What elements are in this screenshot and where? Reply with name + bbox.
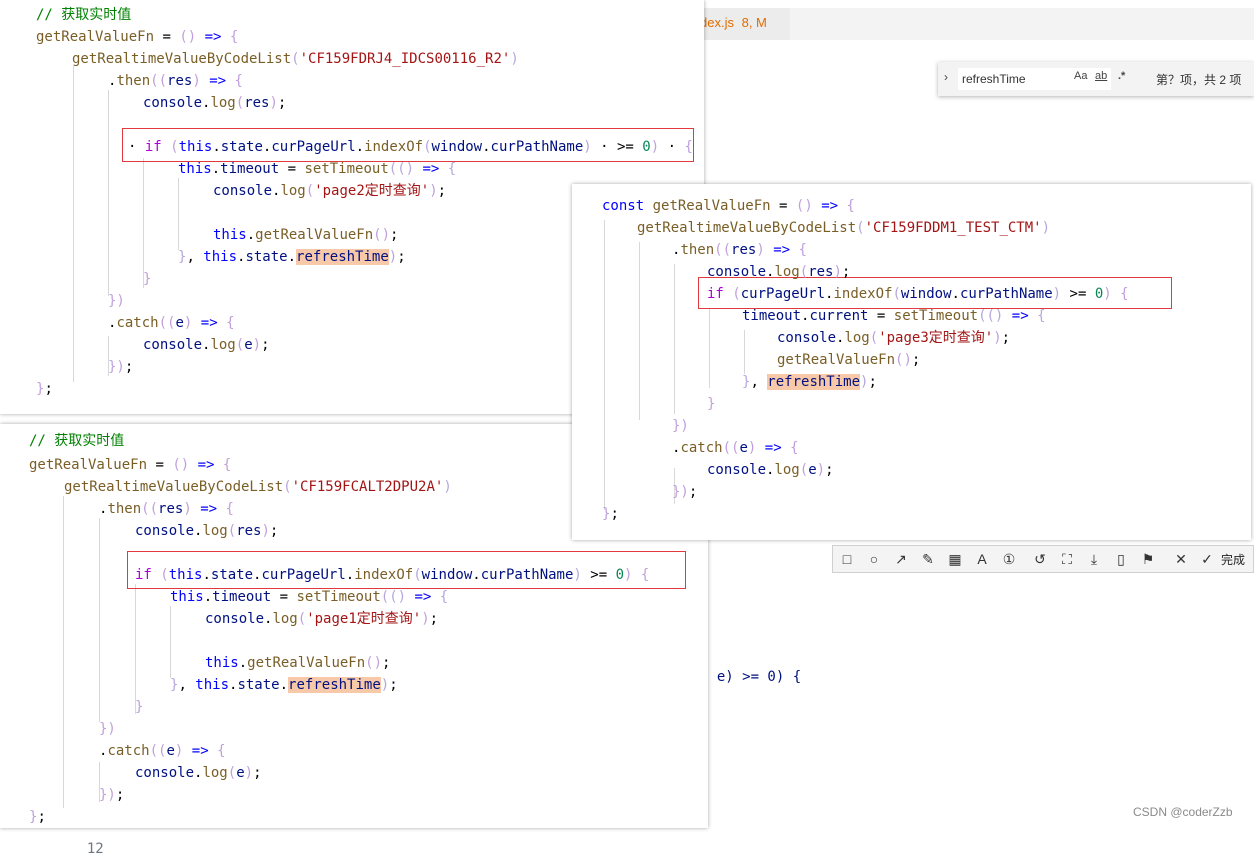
background-code-text: e) >= 0) { (716, 669, 802, 685)
code-string: 'CF159FDRJ4_IDCS00116_R2' (299, 51, 511, 67)
find-input[interactable] (958, 68, 1111, 90)
background-line-number: 12 (86, 841, 104, 857)
code-line: console.log(res); (143, 95, 287, 111)
code-line: }) (108, 293, 125, 309)
code-line: this.timeout = setTimeout(() => { (178, 161, 457, 177)
ellipse-icon[interactable]: ○ (864, 549, 884, 569)
code-line: }, this.state.refreshTime); (170, 677, 398, 693)
code-line: console.log(e); (143, 337, 270, 353)
code-line: .catch((e) => { (108, 315, 235, 331)
code-line: } (707, 396, 716, 412)
code-line: } (135, 699, 144, 715)
watermark: CSDN @coderZzb (1133, 805, 1233, 819)
code-line: }; (602, 506, 619, 522)
tab-git-status: 8, M (741, 15, 767, 30)
code-comment: // 获取实时值 (29, 433, 125, 449)
code-line: · if (this.state.curPageUrl.indexOf(wind… (128, 139, 693, 155)
find-widget: › Aa ab .* 第？项，共 2 项 (938, 62, 1254, 96)
code-line: const getRealValueFn = () => { (602, 198, 855, 214)
log-string: 'page3定时查询' (878, 330, 994, 346)
code-line: }, refreshTime); (742, 374, 877, 390)
code-line: } (143, 271, 152, 287)
code-line: .then((res) => { (99, 501, 234, 517)
regex-toggle[interactable]: .* (1118, 70, 1125, 82)
call-name: getRealtimeValueByCodeList (64, 479, 284, 495)
code-line: .then((res) => { (672, 242, 807, 258)
done-button[interactable]: 完成 (1221, 551, 1245, 568)
code-line: getRealValueFn(); (777, 352, 921, 368)
code-line: getRealtimeValueByCodeList('CF159FDDM1_T… (637, 220, 1051, 236)
code-screenshot-page3: const getRealValueFn = () => { getRealti… (572, 184, 1251, 540)
code-line: .catch((e) => { (99, 743, 226, 759)
arrow-icon[interactable]: ↗ (891, 549, 911, 569)
code-line: getRealtimeValueByCodeList('CF159FDRJ4_I… (72, 51, 519, 67)
code-line: .catch((e) => { (672, 440, 799, 456)
code-line: getRealtimeValueByCodeList('CF159FCALT2D… (64, 479, 452, 495)
search-match: refreshTime (767, 374, 861, 390)
mosaic-icon[interactable]: ▦ (945, 549, 965, 569)
code-line: getRealValueFn = () => { (29, 457, 232, 473)
snip-toolbar: □ ○ ↗ ✎ ▦ A ① ↺ ⛶ ⤓ ▯ ⚑ ✕ ✓ 完成 (832, 545, 1254, 573)
call-name: getRealtimeValueByCodeList (637, 220, 857, 236)
log-string: 'page2定时查询' (314, 183, 430, 199)
code-line: console.log(res); (707, 264, 851, 280)
editor-tab-bar: dex.js 8, M (700, 8, 1254, 40)
code-line: }; (29, 809, 46, 825)
editor-tab-index-js[interactable]: dex.js 8, M (700, 8, 790, 40)
pen-icon[interactable]: ✎ (918, 549, 938, 569)
download-icon[interactable]: ⤓ (1084, 549, 1104, 569)
text-icon[interactable]: A (972, 549, 992, 569)
code-line: }; (36, 381, 53, 397)
code-line: }) (672, 418, 689, 434)
code-comment: // 获取实时值 (36, 7, 132, 23)
number-icon[interactable]: ① (999, 549, 1019, 569)
code-line: getRealValueFn = () => { (36, 29, 239, 45)
rectangle-icon[interactable]: □ (837, 549, 857, 569)
code-line: console.log('page1定时查询'); (205, 611, 439, 627)
code-line: }); (672, 484, 698, 500)
undo-icon[interactable]: ↺ (1030, 549, 1050, 569)
code-line: .then((res) => { (108, 73, 243, 89)
fn-name: getRealValueFn (29, 457, 148, 473)
code-line: if (curPageUrl.indexOf(window.curPathNam… (707, 286, 1129, 302)
fn-name: getRealValueFn (36, 29, 155, 45)
code-line: }, this.state.refreshTime); (178, 249, 406, 265)
match-case-toggle[interactable]: Aa (1074, 70, 1087, 82)
close-icon[interactable]: ✕ (1171, 549, 1191, 569)
code-line: console.log(e); (707, 462, 834, 478)
fn-name: getRealValueFn (652, 198, 771, 214)
background-code-line: e) >= 0) { (700, 644, 801, 685)
code-line: if (this.state.curPageUrl.indexOf(window… (135, 567, 650, 583)
code-line: this.timeout = setTimeout(() => { (170, 589, 449, 605)
code-line: console.log('page3定时查询'); (777, 330, 1011, 346)
check-icon[interactable]: ✓ (1197, 549, 1217, 569)
find-result-count: 第？项，共 2 项 (1156, 73, 1242, 87)
tab-filename: dex.js (700, 15, 734, 30)
search-match: refreshTime (296, 249, 389, 265)
code-line: console.log(res); (135, 523, 279, 539)
code-line: }); (108, 359, 134, 375)
code-string: 'CF159FDDM1_TEST_CTM' (864, 220, 1042, 236)
code-line: this.getRealValueFn(); (205, 655, 391, 671)
code-line: timeout.current = setTimeout(() => { (742, 308, 1046, 324)
code-line: this.getRealValueFn(); (213, 227, 399, 243)
code-string: 'CF159FCALT2DPU2A' (291, 479, 444, 495)
ocr-icon[interactable]: ⛶ (1057, 549, 1077, 569)
code-line: console.log('page2定时查询'); (213, 183, 447, 199)
toggle-replace-icon[interactable]: › (944, 70, 948, 84)
pin-icon[interactable]: ⚑ (1138, 549, 1158, 569)
search-match: refreshTime (288, 677, 381, 693)
code-line: }); (99, 787, 125, 803)
call-name: getRealtimeValueByCodeList (72, 51, 292, 67)
whole-word-toggle[interactable]: ab (1095, 70, 1107, 82)
code-line: }) (99, 721, 116, 737)
code-line: console.log(e); (135, 765, 262, 781)
copy-icon[interactable]: ▯ (1111, 549, 1131, 569)
log-string: 'page1定时查询' (306, 611, 422, 627)
